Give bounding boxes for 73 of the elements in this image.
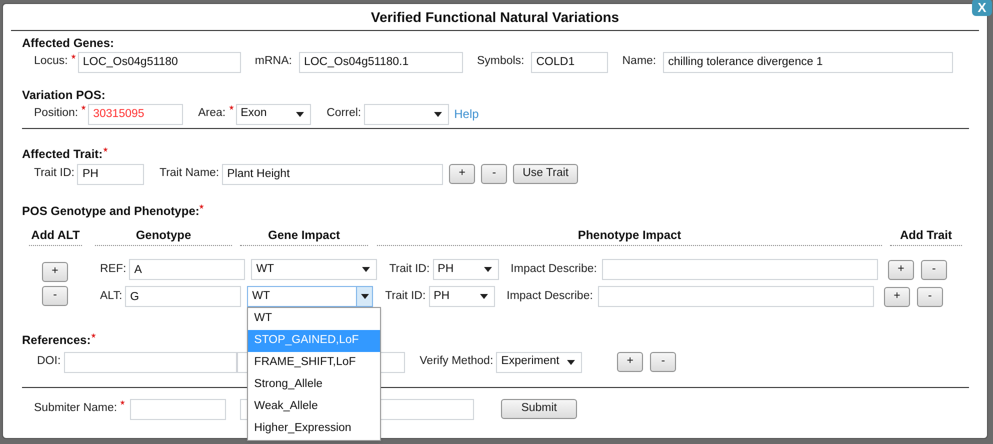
small-button[interactable]: + [617,352,644,372]
section-heading: POS Genotype and Phenotype: [22,203,200,220]
dropdown-option[interactable]: Higher_Expression [248,418,380,440]
field-label: Locus: [34,54,68,70]
small-button[interactable]: - [650,352,676,372]
section-heading: References: [22,332,91,349]
column-header: Add Trait [890,226,962,246]
caret-icon [480,294,488,299]
text-field[interactable]: COLD1 [531,52,608,72]
dropdown-field[interactable] [364,104,450,124]
text-field[interactable] [598,286,874,307]
text-field[interactable] [64,352,237,372]
section-heading: Affected Trait: [22,146,103,163]
caret-icon [360,294,369,299]
dropdown-option[interactable]: FRAME_SHIFT,LoF [248,352,380,374]
text-field[interactable]: LOC_Os04g51180 [78,52,241,72]
field-label: Name: [622,54,656,70]
column-header: Phenotype Impact [377,226,882,246]
caret-icon [567,360,576,364]
small-button[interactable]: - [481,164,508,184]
small-button[interactable]: - [916,286,943,306]
text-field[interactable]: 30315095 [88,104,184,124]
text-field[interactable]: Plant Height [222,164,444,184]
field-label: Trait Name: [159,166,220,182]
field-label: Impact Describe: [510,262,597,277]
field-label: Trait ID: [385,288,426,304]
field-label: Correl: [326,106,362,122]
dropdown-field[interactable]: WT [247,286,374,307]
dropdown-option[interactable]: WT [248,308,380,330]
dropdown-option[interactable]: Strong_Allele [248,374,380,396]
field-label: ALT: [100,288,122,304]
text-field[interactable]: chilling tolerance divergence 1 [663,52,954,72]
dropdown-field[interactable]: PH [428,286,495,307]
field-label: DOI: [37,354,61,370]
dropdown-field[interactable]: Experiment [496,352,582,372]
text-field[interactable]: LOC_Os04g51180.1 [298,52,463,72]
field-label: Submiter Name: [34,401,118,416]
field-label: Verify Method: [420,354,494,370]
small-button[interactable]: Use Trait [513,164,578,184]
small-button[interactable]: + [884,286,910,306]
field-label: Trait ID: [389,262,430,277]
text-field[interactable] [602,259,878,280]
field-label: Area: [198,106,226,122]
section-heading: Variation POS: [22,87,106,104]
field-label: REF: [100,262,126,277]
column-header: Add ALT [29,226,82,246]
section-heading: Affected Genes: [22,35,114,52]
text-field[interactable]: A [129,259,246,280]
column-header: Gene Impact [240,226,368,246]
field-label: Symbols: [476,54,524,70]
field-label: Trait ID: [34,166,74,182]
dropdown-field[interactable]: Exon [236,104,311,124]
small-button[interactable]: - [920,260,947,280]
dialog-title: Verified Functional Natural Variations [370,8,620,26]
caret-icon [296,112,304,116]
text-field[interactable]: G [125,286,242,307]
small-button[interactable]: Submit [501,399,578,419]
field-label: Position: [34,106,78,122]
small-button[interactable]: - [42,286,68,306]
caret-icon [362,267,370,272]
field-label: Impact Describe: [506,288,593,304]
dropdown-field[interactable]: PH [432,259,499,280]
small-button[interactable]: + [888,260,914,280]
column-header: Genotype [95,226,232,246]
field-label: mRNA: [254,54,292,70]
text-field[interactable]: PH [77,164,144,184]
small-button[interactable]: + [42,262,68,282]
caret-icon [484,267,492,272]
dropdown-option[interactable]: Weak_Allele [248,396,380,418]
dropdown-field[interactable]: WT [251,259,378,280]
caret-icon [434,112,442,116]
small-button[interactable]: + [449,164,476,184]
text-field[interactable] [130,398,226,420]
